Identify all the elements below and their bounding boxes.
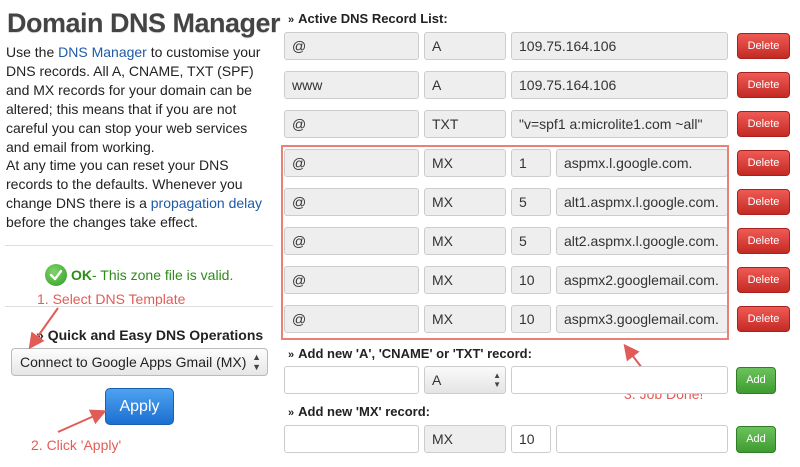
chevron-right-icon: » bbox=[288, 349, 295, 361]
active-records-title: » Active DNS Record List: bbox=[288, 11, 448, 26]
add-mx-type-field: MX bbox=[424, 425, 506, 453]
add-mx-priority-input[interactable]: 10 bbox=[511, 425, 551, 453]
delete-record-button[interactable]: Delete bbox=[737, 189, 790, 215]
chevron-right-icon: » bbox=[288, 407, 295, 419]
record-host-field[interactable]: @ bbox=[284, 32, 419, 60]
delete-record-button[interactable]: Delete bbox=[737, 306, 790, 332]
add-record-title: » Add new 'A', 'CNAME' or 'TXT' record: bbox=[288, 346, 532, 361]
delete-record-button[interactable]: Delete bbox=[737, 33, 790, 59]
arrow-step2 bbox=[57, 409, 107, 433]
record-value-field[interactable]: "v=spf1 a:microlite1.com ~all" bbox=[511, 110, 728, 138]
delete-record-button[interactable]: Delete bbox=[737, 111, 790, 137]
add-record-value-input[interactable] bbox=[511, 366, 728, 394]
add-record-type-value: A bbox=[432, 372, 442, 388]
delete-record-button[interactable]: Delete bbox=[737, 72, 790, 98]
add-mx-button[interactable]: Add bbox=[736, 426, 776, 453]
select-arrows-icon: ▲ ▼ bbox=[493, 371, 501, 389]
add-record-button[interactable]: Add bbox=[736, 367, 776, 394]
active-records-title-text: Active DNS Record List: bbox=[298, 11, 448, 26]
record-type-field: A bbox=[424, 32, 506, 60]
add-mx-title-text: Add new 'MX' record: bbox=[298, 404, 430, 419]
add-record-host-input[interactable] bbox=[284, 366, 419, 394]
add-record-type-select[interactable]: A ▲ ▼ bbox=[424, 366, 506, 394]
chevron-right-icon: » bbox=[288, 14, 295, 26]
add-mx-title: » Add new 'MX' record: bbox=[288, 404, 430, 419]
record-value-field[interactable]: 109.75.164.106 bbox=[511, 71, 728, 99]
record-type-field: TXT bbox=[424, 110, 506, 138]
delete-record-button[interactable]: Delete bbox=[737, 267, 790, 293]
record-host-field[interactable]: www bbox=[284, 71, 419, 99]
add-record-title-text: Add new 'A', 'CNAME' or 'TXT' record: bbox=[298, 346, 532, 361]
record-host-field[interactable]: @ bbox=[284, 110, 419, 138]
add-mx-value-input[interactable] bbox=[556, 425, 728, 453]
delete-record-button[interactable]: Delete bbox=[737, 228, 790, 254]
record-value-field[interactable]: 109.75.164.106 bbox=[511, 32, 728, 60]
mx-highlight-box bbox=[281, 145, 729, 340]
arrow-step1 bbox=[28, 307, 59, 350]
record-type-field: A bbox=[424, 71, 506, 99]
add-mx-host-input[interactable] bbox=[284, 425, 419, 453]
delete-record-button[interactable]: Delete bbox=[737, 150, 790, 176]
